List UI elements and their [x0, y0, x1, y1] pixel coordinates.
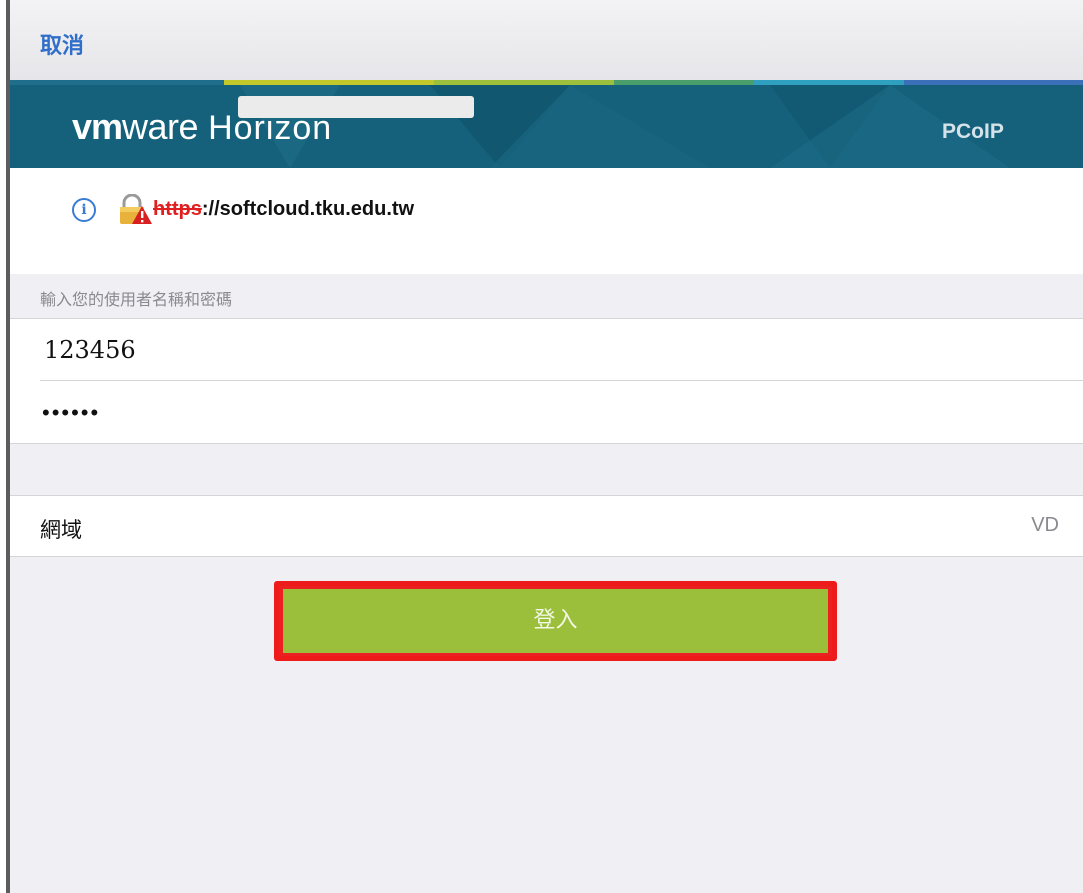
- password-input[interactable]: [40, 382, 1083, 444]
- pcoip-logo: PCoIP: [942, 120, 1004, 143]
- login-button[interactable]: 登入: [283, 589, 828, 653]
- vmware-horizon-banner: vmware Horizon PCoIP: [10, 80, 1083, 168]
- server-url: https://softcloud.tku.edu.tw: [153, 198, 414, 221]
- login-screen: 取消 vmware Horizon PCoIP i https://softcl…: [10, 0, 1083, 893]
- logo-vm-text: vm: [72, 106, 123, 147]
- login-highlight-frame: 登入: [274, 581, 837, 661]
- logo-ware-text: ware: [122, 106, 199, 147]
- domain-selector[interactable]: 網域 VD: [10, 495, 1083, 557]
- lock-warning-icon: [118, 193, 152, 230]
- url-scheme: https: [153, 198, 202, 220]
- cancel-button[interactable]: 取消: [40, 28, 84, 60]
- url-host: ://softcloud.tku.edu.tw: [201, 198, 415, 220]
- server-url-section: i https://softcloud.tku.edu.tw: [10, 168, 1083, 274]
- domain-label: 網域: [40, 518, 82, 542]
- redaction-bar: [238, 96, 474, 118]
- credentials-group: [10, 318, 1083, 444]
- domain-value: VD: [1031, 514, 1059, 536]
- top-nav-bar: 取消: [10, 0, 1083, 80]
- window-edge: [0, 0, 10, 893]
- credentials-prompt: 輸入您的使用者名稱和密碼: [40, 290, 233, 309]
- username-input[interactable]: [40, 319, 1083, 381]
- info-icon[interactable]: i: [72, 198, 96, 222]
